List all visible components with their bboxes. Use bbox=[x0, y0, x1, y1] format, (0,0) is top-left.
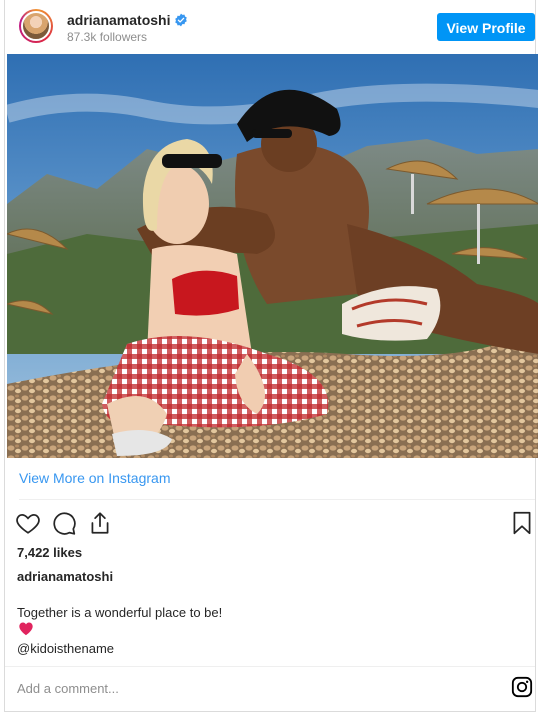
divider bbox=[5, 666, 535, 667]
post-image[interactable] bbox=[7, 54, 538, 458]
action-bar bbox=[5, 506, 537, 540]
instagram-logo-icon[interactable] bbox=[511, 676, 533, 698]
share-icon[interactable] bbox=[87, 510, 113, 536]
post-header: adrianamatoshi 87.3k followers View Prof… bbox=[5, 0, 537, 54]
bookmark-icon[interactable] bbox=[509, 510, 535, 536]
avatar[interactable] bbox=[19, 9, 53, 43]
follower-count: 87.3k followers bbox=[67, 30, 148, 44]
username-row: adrianamatoshi bbox=[67, 12, 188, 28]
heart-icon[interactable] bbox=[15, 510, 41, 536]
heart-emoji-icon bbox=[19, 622, 33, 636]
caption-username[interactable]: adrianamatoshi bbox=[17, 569, 113, 584]
username-link[interactable]: adrianamatoshi bbox=[67, 12, 170, 28]
like-count[interactable]: 7,422 likes bbox=[17, 545, 82, 560]
verified-badge-icon bbox=[175, 13, 188, 27]
view-profile-button[interactable]: View Profile bbox=[437, 13, 535, 41]
comment-input[interactable] bbox=[17, 676, 477, 700]
instagram-embed-card: adrianamatoshi 87.3k followers View Prof… bbox=[4, 0, 538, 712]
caption-text: Together is a wonderful place to be! bbox=[17, 605, 223, 620]
comment-icon[interactable] bbox=[51, 510, 77, 536]
caption-mention[interactable]: @kidoisthename bbox=[17, 641, 114, 656]
view-more-on-instagram-link[interactable]: View More on Instagram bbox=[19, 470, 170, 486]
divider bbox=[19, 499, 535, 500]
